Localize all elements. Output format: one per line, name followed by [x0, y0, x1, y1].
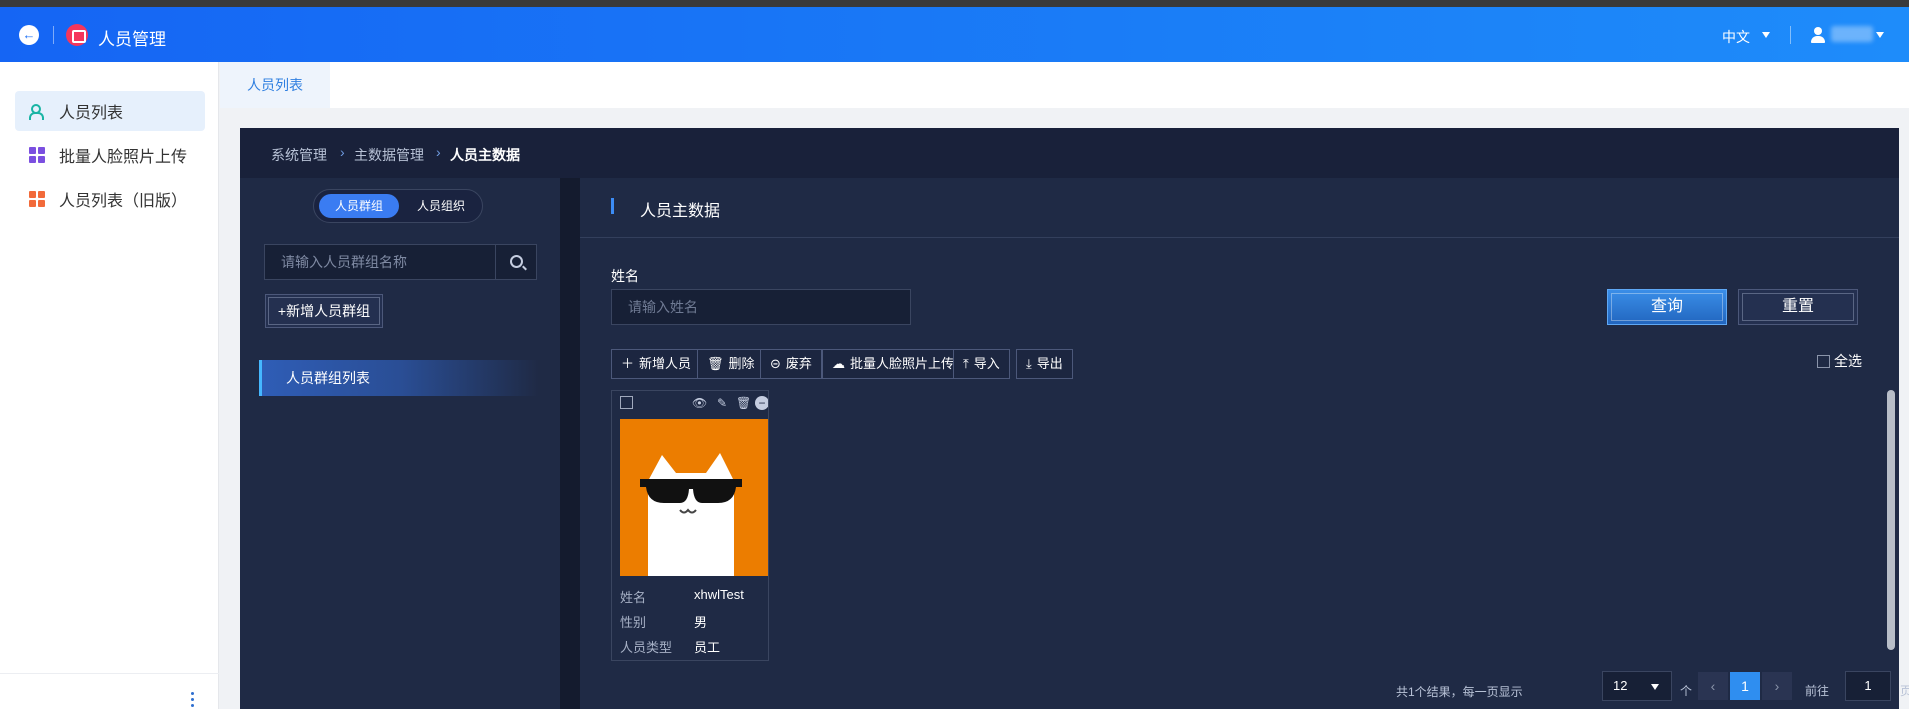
caret-down-icon[interactable]	[1876, 32, 1884, 38]
select-all-label: 全选	[1834, 353, 1862, 369]
group-panel: 人员群组 人员组织 请输入人员群组名称 +新增人员群组 人员群组列表	[240, 178, 560, 709]
group-search-input[interactable]: 请输入人员群组名称	[264, 244, 496, 280]
checkbox-icon	[1817, 355, 1830, 368]
prev-page-button[interactable]: ‹	[1698, 672, 1728, 700]
section-accent-bar	[611, 198, 614, 214]
sidebar-item-batch-face-upload[interactable]: 批量人脸照片上传	[15, 135, 205, 175]
section-header: 人员主数据	[580, 178, 1899, 238]
pagination-total: 共1个结果，每一页显示	[1396, 685, 1523, 699]
sidebar-footer-divider	[0, 673, 219, 674]
query-button[interactable]: 查询	[1607, 289, 1727, 325]
group-type-switch: 人员群组 人员组织	[313, 189, 483, 223]
breadcrumb-current: 人员主数据	[450, 147, 520, 163]
segment-person-group[interactable]: 人员群组	[319, 194, 399, 218]
reset-button[interactable]: 重置	[1738, 289, 1858, 325]
card-field-label: 姓名	[620, 590, 647, 605]
card-checkbox[interactable]	[620, 396, 633, 409]
add-person-button[interactable]: ＋ 新增人员	[611, 349, 702, 379]
content-area: 系统管理 › 主数据管理 › 人员主数据 人员群组 人员组织 请输入人员群组名称…	[240, 128, 1909, 709]
select-all-checkbox[interactable]: 全选	[1817, 351, 1862, 371]
cloud-upload-icon: ☁	[832, 356, 845, 371]
chevron-right-icon: ›	[436, 144, 441, 160]
eye-icon[interactable]: 👁	[692, 396, 707, 410]
discard-button[interactable]: ⊝ 废弃	[760, 349, 822, 379]
chevron-right-icon: ›	[340, 144, 345, 160]
tab-bar: 人员列表	[220, 62, 1909, 108]
apps-grid-icon	[29, 191, 45, 207]
app-header: ← 人员管理 中文	[0, 7, 1909, 62]
trash-icon[interactable]: 🗑	[736, 396, 751, 410]
breadcrumb-item[interactable]: 主数据管理	[354, 145, 424, 165]
goto-label: 前往	[1805, 684, 1830, 698]
breadcrumb: 系统管理 › 主数据管理 › 人员主数据	[240, 128, 1899, 178]
add-group-button[interactable]: +新增人员群组	[265, 294, 383, 328]
person-photo	[620, 419, 768, 576]
group-list-item[interactable]: 人员群组列表	[259, 360, 539, 396]
tab-person-list[interactable]: 人员列表	[220, 62, 330, 108]
page-size-unit: 个	[1680, 684, 1693, 698]
name-input[interactable]: 请输入姓名	[611, 289, 911, 325]
user-icon[interactable]	[1811, 27, 1825, 43]
people-icon	[29, 103, 45, 120]
batch-face-upload-button[interactable]: ☁ 批量人脸照片上传	[822, 349, 965, 379]
sidebar-item-label: 批量人脸照片上传	[59, 149, 188, 166]
breadcrumb-item[interactable]: 系统管理	[271, 145, 327, 165]
segment-person-org[interactable]: 人员组织	[404, 194, 478, 218]
download-icon: ⤓	[1026, 356, 1032, 371]
export-label: 导出	[1036, 356, 1063, 371]
more-vertical-icon[interactable]	[191, 692, 195, 709]
import-label: 导入	[973, 356, 1000, 371]
header-divider	[1790, 26, 1791, 44]
minus-circle-icon[interactable]: −	[755, 396, 768, 410]
card-field-value: xhwlTest	[694, 587, 744, 602]
discard-label: 废弃	[785, 356, 812, 371]
user-name-blurred[interactable]	[1831, 26, 1873, 42]
card-field-label: 人员类型	[620, 640, 673, 655]
sidebar-item-label: 人员列表	[59, 105, 124, 122]
person-card[interactable]: 👁 ✎ 🗑 − 姓名 xhwlTest 性别 男 人员类型 员工	[611, 390, 769, 661]
card-field-label: 性别	[620, 615, 647, 630]
add-person-label: 新增人员	[639, 356, 692, 371]
page-number-button[interactable]: 1	[1730, 672, 1760, 700]
apps-grid-icon	[29, 147, 45, 163]
search-icon	[510, 255, 523, 268]
upload-icon: ⤒	[963, 356, 969, 371]
name-field-label: 姓名	[611, 268, 639, 284]
edit-icon[interactable]: ✎	[715, 396, 729, 410]
cat-sunglasses-avatar-icon	[640, 453, 742, 576]
goto-page-input[interactable]: 1	[1845, 671, 1891, 701]
sidebar-item-person-list[interactable]: 人员列表	[15, 91, 205, 131]
delete-label: 删除	[728, 356, 755, 371]
sidebar-item-person-list-legacy[interactable]: 人员列表（旧版）	[15, 179, 205, 219]
language-selector[interactable]: 中文	[1722, 27, 1750, 47]
vertical-scrollbar[interactable]	[1887, 390, 1895, 650]
page-size-select[interactable]: 12	[1602, 671, 1672, 701]
window-top-strip	[0, 0, 1909, 7]
group-search-button[interactable]	[495, 244, 537, 280]
minus-circle-icon: ⊝	[770, 356, 781, 371]
next-page-button[interactable]: ›	[1762, 672, 1792, 700]
header-divider	[53, 26, 54, 44]
card-field-value: 员工	[694, 640, 721, 655]
export-button[interactable]: ⤓ 导出	[1016, 349, 1073, 379]
card-field-value: 男	[694, 615, 708, 630]
sidebar: 人员列表 批量人脸照片上传 人员列表（旧版）	[0, 62, 219, 709]
back-arrow-icon[interactable]: ←	[19, 25, 39, 45]
batch-upload-label: 批量人脸照片上传	[850, 356, 955, 371]
caret-down-icon[interactable]	[1762, 32, 1770, 38]
sidebar-item-label: 人员列表（旧版）	[59, 193, 188, 210]
section-title: 人员主数据	[640, 203, 721, 220]
page-suffix-label: 页	[1900, 684, 1909, 698]
panel-divider	[560, 178, 580, 709]
app-title: 人员管理	[98, 30, 166, 49]
import-button[interactable]: ⤒ 导入	[953, 349, 1010, 379]
plus-icon: ＋	[621, 356, 635, 371]
person-master-panel: 人员主数据 姓名 请输入姓名 查询 重置 ＋ 新增人员 🗑 删除 ⊝ 废弃 ☁ 批量人脸…	[580, 178, 1909, 709]
trash-icon: 🗑	[707, 356, 724, 371]
app-logo-icon	[66, 24, 88, 46]
delete-button[interactable]: 🗑 删除	[697, 349, 765, 379]
